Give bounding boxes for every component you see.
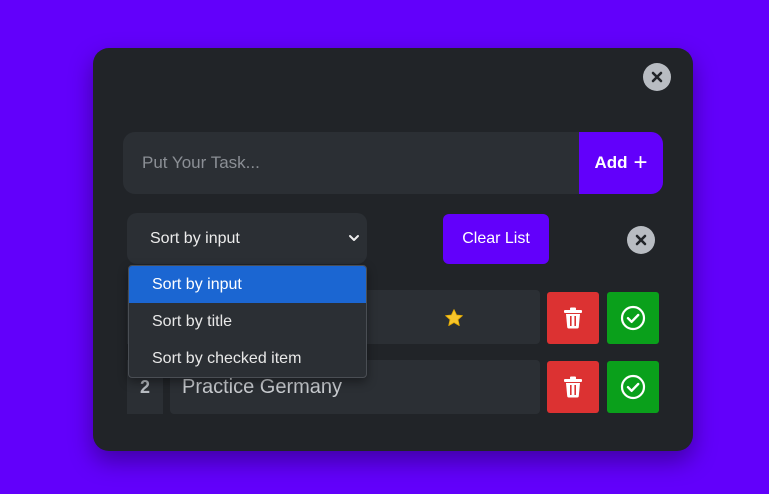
panel-close-button[interactable]: [643, 63, 671, 91]
sort-dropdown-list: Sort by input Sort by title Sort by chec…: [128, 265, 367, 378]
sort-select[interactable]: Sort by input: [127, 213, 367, 264]
task-input[interactable]: [123, 132, 579, 194]
sort-close-button[interactable]: [627, 226, 655, 254]
close-icon: [651, 71, 663, 83]
trash-icon: [564, 307, 582, 329]
sort-option-checked[interactable]: Sort by checked item: [129, 340, 366, 377]
delete-task-button[interactable]: [547, 292, 599, 344]
star-icon: [445, 309, 463, 326]
check-circle-icon: [620, 374, 646, 400]
todo-panel: Add + Sort by input Clear List: [93, 48, 693, 451]
sort-select-value: Sort by input: [150, 229, 240, 247]
task-title-text: Practice Germany: [182, 375, 343, 398]
close-icon: [635, 234, 647, 246]
plus-icon: +: [633, 149, 648, 176]
chevron-down-icon: [349, 235, 359, 241]
task-input-bar: Add +: [123, 132, 663, 194]
delete-task-button[interactable]: [547, 361, 599, 413]
sort-option-title[interactable]: Sort by title: [129, 303, 366, 340]
complete-task-button[interactable]: [607, 292, 659, 344]
check-circle-icon: [620, 305, 646, 331]
add-button-label: Add: [594, 153, 628, 172]
trash-icon: [564, 376, 582, 398]
add-button[interactable]: Add +: [579, 132, 663, 194]
sort-option-input[interactable]: Sort by input: [129, 266, 366, 303]
clear-list-button[interactable]: Clear List: [443, 214, 549, 264]
complete-task-button[interactable]: [607, 361, 659, 413]
